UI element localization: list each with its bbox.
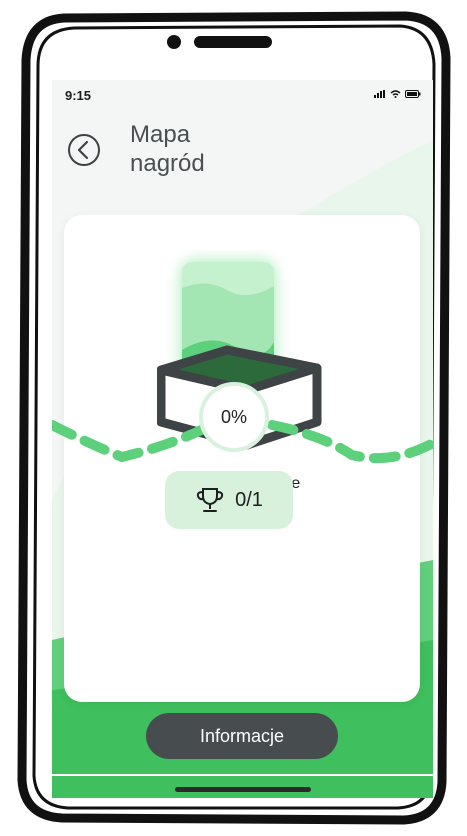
trophy-icon <box>196 488 224 512</box>
back-arrow-icon[interactable] <box>66 132 102 168</box>
home-indicator[interactable] <box>175 787 311 792</box>
page-title: Mapa nagród <box>130 121 205 177</box>
signal-icon <box>374 90 385 98</box>
speaker-slot <box>194 36 272 48</box>
camera-dot <box>167 35 181 49</box>
status-time: 9:15 <box>65 88 92 103</box>
status-icons <box>374 90 421 98</box>
app-screen: 9:15 Mapa nagród 0% 0/1 Informacje <box>52 80 433 798</box>
wifi-icon <box>390 90 401 98</box>
trophy-count: 0/1 <box>235 488 263 511</box>
trophy-counter: 0/1 <box>165 471 293 529</box>
battery-icon <box>405 90 421 98</box>
status-bar: 9:15 <box>52 80 433 108</box>
progress-indicator: 0% <box>199 382 269 452</box>
info-button[interactable]: Informacje <box>146 713 338 759</box>
